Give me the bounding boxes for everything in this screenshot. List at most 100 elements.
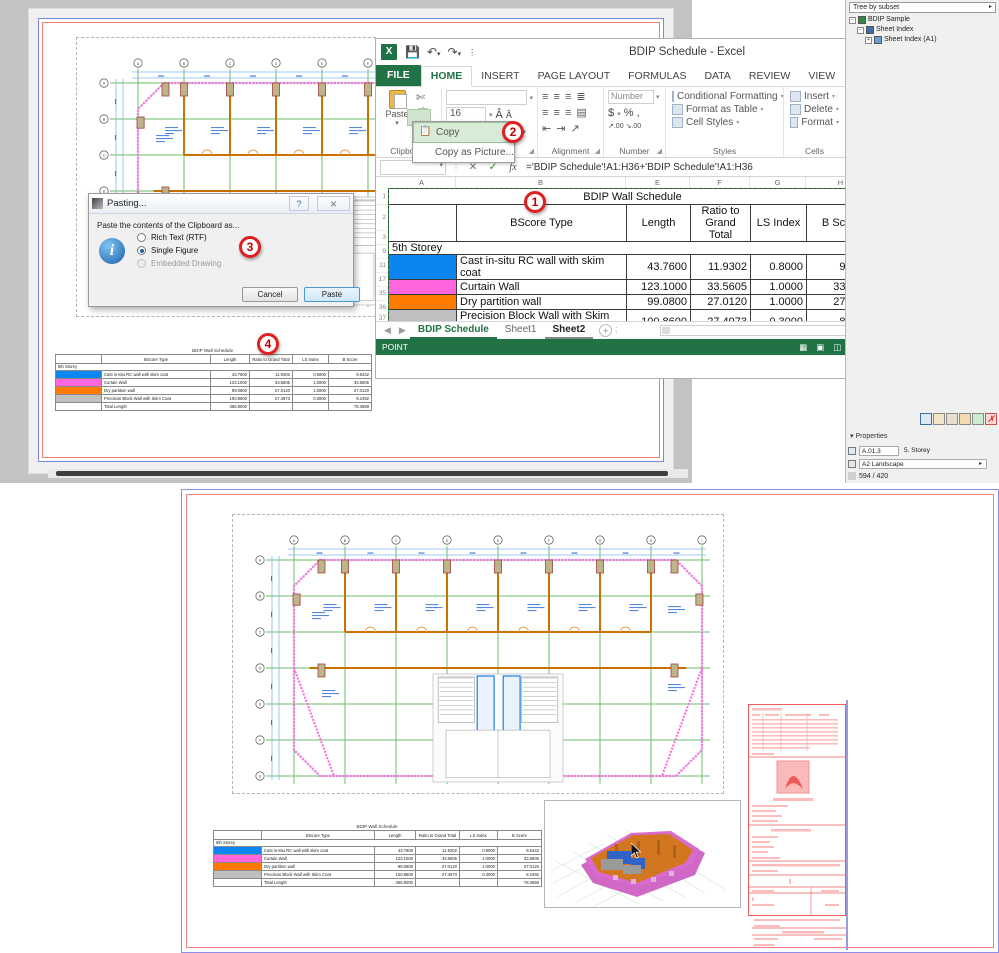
number-format-buttons[interactable]: $ ▾ % ,: [608, 107, 661, 119]
new-master-icon[interactable]: [959, 413, 971, 425]
close-icon[interactable]: ✕: [317, 196, 350, 211]
sheet-tab-sheet1[interactable]: Sheet1: [497, 322, 545, 339]
type-cell[interactable]: Curtain Wall: [456, 279, 627, 295]
new-sheet-icon[interactable]: [933, 413, 945, 425]
alignment-dialog-launcher[interactable]: ◢: [595, 147, 600, 155]
length-cell[interactable]: 43.7600: [626, 254, 691, 280]
row-header-17[interactable]: 17: [376, 273, 388, 287]
row-header-1[interactable]: 1: [376, 188, 388, 205]
decrease-decimal-icon[interactable]: ↘.00: [626, 123, 642, 130]
chevron-down-icon[interactable]: ▾: [832, 93, 835, 100]
project-tree[interactable]: − BDIP Sample − Sheet Index + Sheet Index (A1…: [849, 15, 996, 45]
row-header-11[interactable]: 11: [376, 259, 388, 273]
header-ratio[interactable]: Ratio to Grand Total: [690, 204, 751, 242]
chevron-down-icon[interactable]: ▾: [836, 119, 839, 126]
row-header-35[interactable]: 35: [376, 287, 388, 301]
align-bot-row[interactable]: ⇤ ⇥ ↗: [542, 122, 599, 135]
expand-icon[interactable]: +: [865, 36, 872, 44]
page-break-icon[interactable]: ◫: [833, 342, 841, 353]
chevron-down-icon[interactable]: ▾: [836, 106, 839, 113]
collapse-icon[interactable]: −: [849, 16, 856, 24]
ribbon-tab-formulas[interactable]: FORMULAS: [619, 67, 695, 86]
chevron-right-icon[interactable]: ▸: [979, 460, 982, 467]
type-cell[interactable]: Precision Block Wall with Skim Coat: [456, 309, 627, 321]
menu-item-copy[interactable]: 📋 Copy: [413, 122, 514, 143]
align-mid-row[interactable]: ≡ ≡ ≡ ▤: [542, 106, 599, 119]
ribbon-tab-view[interactable]: VIEW: [799, 67, 844, 86]
new-subset-icon[interactable]: [946, 413, 958, 425]
ribbon-button-format-as-table[interactable]: Format as Table ▾: [670, 103, 779, 116]
group-row[interactable]: 5th Storey: [388, 241, 877, 255]
page-layout-icon[interactable]: ▣: [816, 342, 824, 353]
ratio-cell[interactable]: 27.0120: [690, 294, 751, 310]
chevron-down-icon[interactable]: ▾: [850, 433, 854, 440]
ribbon-tab-insert[interactable]: INSERT: [472, 67, 528, 86]
percent-icon[interactable]: %: [624, 107, 634, 119]
property-id-field[interactable]: A.01.3: [859, 446, 899, 456]
pasting-dialog[interactable]: Pasting... ? ✕ Paste the contents of the…: [88, 193, 360, 307]
sheet-tab-sheet2[interactable]: Sheet2: [544, 322, 594, 339]
prev-sheet-icon[interactable]: ◀: [380, 325, 395, 336]
chevron-down-icon[interactable]: ▾: [395, 119, 399, 127]
length-cell[interactable]: 100.8600: [626, 309, 691, 321]
insert-function-icon[interactable]: fx: [506, 162, 520, 173]
chevron-down-icon[interactable]: ▾: [761, 106, 764, 113]
cut-icon[interactable]: ✄: [416, 91, 429, 104]
update-icon[interactable]: [972, 413, 984, 425]
column-header-G[interactable]: G: [750, 177, 806, 188]
new-sheet-button[interactable]: +: [599, 324, 613, 337]
length-cell[interactable]: 123.1000: [626, 279, 691, 295]
length-cell[interactable]: 99.0800: [626, 294, 691, 310]
column-header-E[interactable]: E: [626, 177, 690, 188]
table-row[interactable]: Cast in-situ RC wall with skim coat 43.76…: [388, 254, 877, 280]
row-header-37[interactable]: 37: [376, 315, 388, 321]
property-row-layout[interactable]: A2 Landscape ▸: [848, 459, 987, 469]
ratio-cell[interactable]: 11.9302: [690, 254, 751, 280]
formula-input[interactable]: ='BDIP Schedule'!A1:H36+'BDIP Schedule'!…: [526, 162, 753, 173]
header-row[interactable]: BScore Type Length Ratio to Grand Total LS …: [388, 204, 877, 242]
delete-icon[interactable]: ✗: [985, 413, 997, 425]
ratio-cell[interactable]: 27.4973: [690, 309, 751, 321]
tree-item-sheet-index[interactable]: − Sheet Index: [849, 25, 996, 35]
property-name-field[interactable]: 5. Storey: [902, 446, 978, 456]
ribbon-button-cell-styles[interactable]: Cell Styles ▾: [670, 116, 779, 129]
next-sheet-icon[interactable]: ▶: [395, 325, 410, 336]
sheet-tab-bdip-schedule[interactable]: BDIP Schedule: [409, 322, 497, 339]
row-header-3[interactable]: 3: [376, 231, 388, 245]
currency-icon[interactable]: $: [608, 107, 614, 119]
ribbon-button-insert[interactable]: Insert ▾: [788, 90, 841, 103]
help-button[interactable]: ?: [289, 196, 309, 211]
color-swatch-cell[interactable]: [388, 309, 457, 321]
menu-item-copy-as-picture[interactable]: Copy as Picture...: [413, 143, 514, 162]
ribbon-tab-file[interactable]: FILE: [376, 65, 421, 86]
paste-options-group[interactable]: Rich Text (RTF) Single Figure Embedded Dra…: [137, 233, 221, 272]
table-row[interactable]: Dry partition wall99.080027.01201.000027…: [388, 294, 877, 310]
dialog-title-bar[interactable]: Pasting... ? ✕: [89, 194, 353, 214]
radio-option-single-figure[interactable]: Single Figure: [137, 246, 221, 255]
column-header-A[interactable]: A: [388, 177, 456, 188]
header-blank[interactable]: [388, 204, 457, 242]
header-ls-index[interactable]: LS Index: [750, 204, 807, 242]
radio-icon[interactable]: [137, 233, 146, 242]
tree-item-bdip-sample[interactable]: − BDIP Sample: [849, 15, 996, 25]
3d-model-view[interactable]: [544, 800, 741, 908]
number-dialog-launcher[interactable]: ◢: [657, 147, 662, 155]
font-size-combo[interactable]: 16: [446, 107, 486, 122]
header-length[interactable]: Length: [626, 204, 691, 242]
ribbon-tab-data[interactable]: DATA: [695, 67, 739, 86]
table-row[interactable]: Curtain Wall123.100033.56051.000033.5605: [388, 279, 877, 295]
navigator-panel[interactable]: Tree by subset −BDIP Sample−Sheet Index+…: [845, 0, 999, 483]
chevron-down-icon[interactable]: ▾: [736, 119, 739, 126]
cancel-button[interactable]: Cancel: [242, 287, 298, 302]
ls-index-cell[interactable]: 1.0000: [750, 294, 807, 310]
font-name-combo[interactable]: [446, 90, 528, 105]
wall-schedule-table-bottom-wrap[interactable]: BDIP Wall Schedule BScore Type Length Rati…: [213, 824, 542, 887]
column-header-B[interactable]: B: [456, 177, 626, 188]
ribbon-button-format[interactable]: Format ▾: [788, 116, 841, 129]
ls-index-cell[interactable]: 1.0000: [750, 279, 807, 295]
decimal-buttons[interactable]: ↗.00 ↘.00: [608, 122, 661, 130]
row-header-2[interactable]: 2: [376, 205, 388, 231]
shrink-font-icon[interactable]: Â: [506, 110, 512, 120]
ls-index-cell[interactable]: 0.8000: [750, 254, 807, 280]
panel-toolbar[interactable]: ✗: [920, 413, 997, 425]
